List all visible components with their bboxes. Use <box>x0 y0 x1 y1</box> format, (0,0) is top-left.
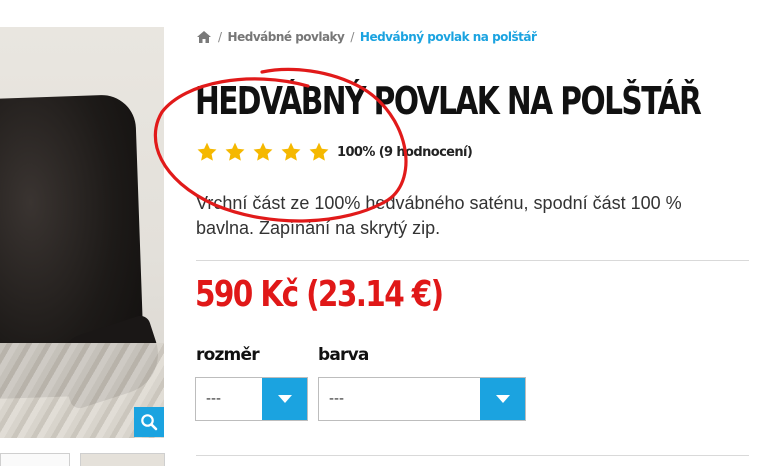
thumbnail[interactable] <box>0 453 70 466</box>
breadcrumb-link-category[interactable]: Hedvábné povlaky <box>228 30 345 44</box>
product-description: Vrchní část ze 100% hedvábného saténu, s… <box>196 193 682 238</box>
star-icon <box>253 142 273 161</box>
product-image[interactable] <box>0 27 164 438</box>
breadcrumb-separator: / <box>218 30 222 44</box>
color-label: barva <box>318 345 369 365</box>
size-select[interactable]: --- <box>195 377 308 421</box>
product-price: 590 Kč (23.14 €) <box>195 274 444 315</box>
product-rating[interactable]: 100% (9 hodnocení) <box>196 141 473 163</box>
chevron-down-icon <box>495 395 510 403</box>
color-dropdown-button[interactable] <box>480 378 525 420</box>
rating-summary[interactable]: 100% (9 hodnocení) <box>337 145 473 160</box>
search-icon <box>141 414 158 431</box>
breadcrumb: / Hedvábné povlaky / Hedvábný povlak na … <box>196 28 537 46</box>
color-select[interactable]: --- <box>318 377 526 421</box>
chevron-down-icon <box>277 395 292 403</box>
divider <box>196 455 749 456</box>
star-icon <box>309 142 329 161</box>
home-icon[interactable] <box>196 30 212 44</box>
product-title: HEDVÁBNÝ POVLAK NA POLŠTÁŘ <box>195 79 702 123</box>
breadcrumb-current: Hedvábný povlak na polštář <box>359 30 537 44</box>
breadcrumb-separator: / <box>350 30 354 44</box>
star-icon <box>197 142 217 161</box>
size-dropdown-button[interactable] <box>262 378 307 420</box>
zoom-button[interactable] <box>134 407 164 437</box>
star-icon <box>225 142 245 161</box>
size-select-value: --- <box>206 390 221 407</box>
size-label: rozměr <box>196 345 260 365</box>
star-icon <box>281 142 301 161</box>
thumbnail[interactable] <box>80 453 165 466</box>
divider <box>196 260 749 261</box>
color-select-value: --- <box>329 390 344 407</box>
